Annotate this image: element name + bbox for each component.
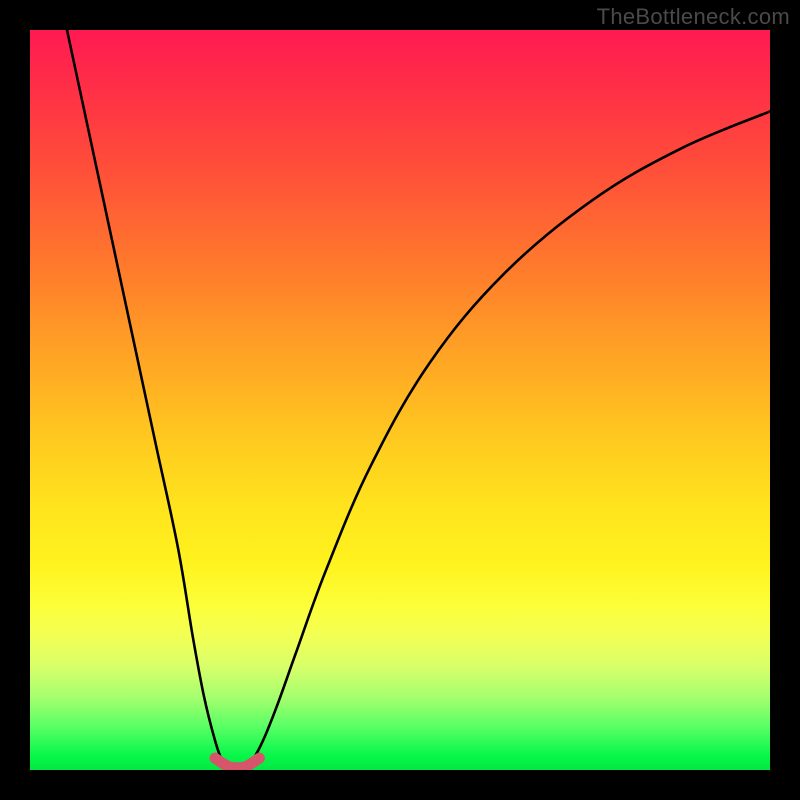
curve-path [67,30,770,767]
plot-area [30,30,770,770]
minimum-highlight [215,758,259,768]
chart-frame: TheBottleneck.com [0,0,800,800]
watermark-text: TheBottleneck.com [597,4,790,30]
bottleneck-curve [30,30,770,770]
